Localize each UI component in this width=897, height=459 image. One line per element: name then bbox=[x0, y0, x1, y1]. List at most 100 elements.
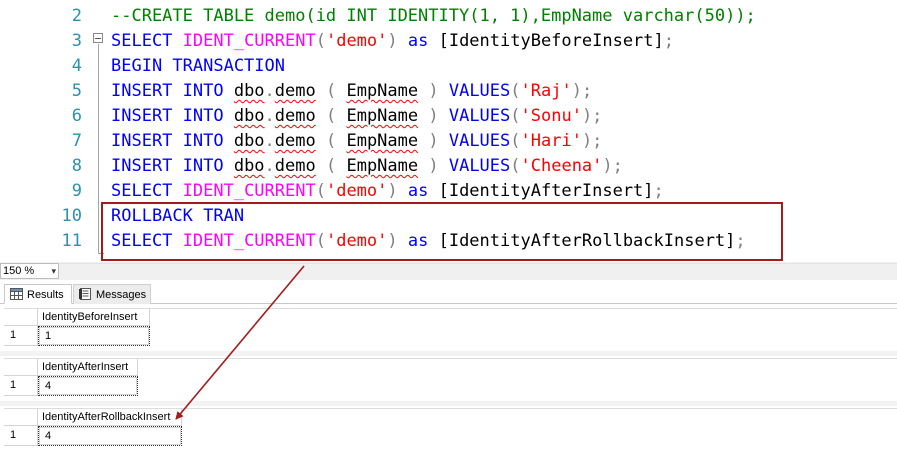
results-pane: Results Messages IdentityBeforeInsert 1 … bbox=[0, 280, 897, 459]
code-token: . bbox=[264, 131, 275, 151]
grid-separator bbox=[0, 401, 897, 406]
code-line[interactable]: BEGIN TRANSACTION bbox=[111, 54, 285, 79]
code-token: as bbox=[407, 181, 439, 201]
code-token: demo bbox=[274, 81, 316, 101]
code-token: EmpName bbox=[346, 131, 419, 151]
code-token: ( bbox=[510, 106, 521, 126]
code-token: IDENT_CURRENT bbox=[182, 31, 316, 51]
result-cell[interactable]: 4 bbox=[38, 426, 182, 446]
code-token: . bbox=[264, 156, 275, 176]
code-token: ( bbox=[315, 156, 347, 176]
result-grid[interactable]: IdentityBeforeInsert 1 1 bbox=[4, 308, 897, 351]
grid-separator bbox=[0, 351, 897, 356]
code-token: ( bbox=[510, 131, 521, 151]
grid-corner[interactable] bbox=[4, 409, 38, 426]
code-token: ( bbox=[510, 156, 521, 176]
result-grid[interactable]: IdentityAfterInsert 1 4 bbox=[4, 358, 897, 401]
code-token: INSERT INTO bbox=[111, 81, 234, 101]
code-token: EmpName bbox=[346, 81, 419, 101]
code-line[interactable]: --CREATE TABLE demo(id INT IDENTITY(1, 1… bbox=[111, 4, 756, 29]
code-token: 'Raj' bbox=[520, 81, 572, 101]
code-token: INSERT INTO bbox=[111, 156, 234, 176]
column-header[interactable]: IdentityAfterRollbackInsert bbox=[38, 409, 182, 426]
line-number: 10 bbox=[61, 206, 82, 226]
collapse-toggle-icon[interactable] bbox=[93, 33, 103, 43]
code-token: 'Hari' bbox=[520, 131, 582, 151]
column-header[interactable]: IdentityBeforeInsert bbox=[38, 309, 150, 326]
code-line[interactable]: SELECT IDENT_CURRENT('demo') as [Identit… bbox=[111, 29, 674, 54]
code-token: . bbox=[264, 106, 275, 126]
code-token: as bbox=[407, 31, 439, 51]
line-number: 9 bbox=[71, 181, 82, 201]
code-token: ) bbox=[418, 81, 449, 101]
code-token: demo bbox=[274, 131, 316, 151]
code-token: VALUES bbox=[448, 131, 511, 151]
grid-icon bbox=[10, 288, 23, 300]
code-line[interactable]: SELECT IDENT_CURRENT('demo') as [Identit… bbox=[111, 179, 664, 204]
code-line[interactable]: INSERT INTO dbo.demo ( EmpName ) VALUES(… bbox=[111, 129, 602, 154]
tab-results-label: Results bbox=[27, 289, 64, 301]
code-editor[interactable]: 2 3 4 5 6 7 8 9 10 11 --CREATE TABLE demo(id INT … bbox=[0, 0, 897, 262]
grid-corner[interactable] bbox=[4, 359, 38, 376]
code-token: ) bbox=[387, 31, 408, 51]
row-number[interactable]: 1 bbox=[4, 376, 38, 396]
code-token: 'demo' bbox=[325, 31, 388, 51]
code-token: EmpName bbox=[346, 156, 419, 176]
code-token: [IdentityBeforeInsert] bbox=[438, 31, 664, 51]
code-token: --CREATE TABLE demo(id INT IDENTITY(1, 1… bbox=[111, 6, 756, 26]
code-line[interactable]: INSERT INTO dbo.demo ( EmpName ) VALUES(… bbox=[111, 79, 592, 104]
column-header[interactable]: IdentityAfterInsert bbox=[38, 359, 138, 376]
line-number: 5 bbox=[71, 81, 82, 101]
code-token: ); bbox=[581, 131, 603, 151]
result-grid[interactable]: IdentityAfterRollbackInsert 1 4 bbox=[4, 408, 897, 451]
code-token: 'Sonu' bbox=[520, 106, 582, 126]
code-token: ) bbox=[418, 131, 449, 151]
code-token: dbo bbox=[233, 106, 265, 126]
code-token: [IdentityAfterInsert] bbox=[438, 181, 654, 201]
result-cell[interactable]: 4 bbox=[38, 376, 138, 396]
code-token: INSERT INTO bbox=[111, 106, 234, 126]
code-token: ) bbox=[418, 156, 449, 176]
code-token: ( bbox=[510, 81, 521, 101]
code-token: 'demo' bbox=[325, 181, 388, 201]
code-token: ) bbox=[387, 181, 408, 201]
code-token: VALUES bbox=[448, 81, 511, 101]
result-cell[interactable]: 1 bbox=[38, 326, 150, 346]
zoom-select[interactable]: 150 % ▾ bbox=[0, 263, 59, 279]
code-token: dbo bbox=[233, 131, 265, 151]
tab-results[interactable]: Results bbox=[4, 284, 72, 304]
code-token: ( bbox=[315, 31, 326, 51]
code-token: SELECT bbox=[111, 181, 183, 201]
grid-corner[interactable] bbox=[4, 309, 38, 326]
code-token: SELECT bbox=[111, 31, 183, 51]
row-number[interactable]: 1 bbox=[4, 426, 38, 446]
code-token: ) bbox=[418, 106, 449, 126]
horizontal-scrollbar[interactable] bbox=[60, 263, 897, 279]
code-token: ( bbox=[315, 131, 347, 151]
tab-messages[interactable]: Messages bbox=[73, 284, 151, 304]
code-token: ); bbox=[602, 156, 623, 176]
line-number: 11 bbox=[61, 231, 82, 251]
code-token: IDENT_CURRENT bbox=[182, 181, 316, 201]
code-token: ; bbox=[663, 31, 675, 51]
line-number: 8 bbox=[71, 156, 82, 176]
results-tab-strip: Results Messages bbox=[0, 280, 897, 304]
code-token: ( bbox=[315, 106, 347, 126]
line-number: 7 bbox=[71, 131, 82, 151]
row-number[interactable]: 1 bbox=[4, 326, 38, 346]
line-number: 4 bbox=[71, 56, 82, 76]
chevron-down-icon[interactable]: ▾ bbox=[51, 264, 56, 278]
code-token: dbo bbox=[233, 156, 265, 176]
line-number: 6 bbox=[71, 106, 82, 126]
code-token: . bbox=[264, 81, 275, 101]
line-number: 3 bbox=[71, 31, 82, 51]
code-line[interactable]: INSERT INTO dbo.demo ( EmpName ) VALUES(… bbox=[111, 104, 602, 129]
code-token: ; bbox=[653, 181, 664, 201]
code-token: demo bbox=[274, 156, 316, 176]
code-line[interactable]: INSERT INTO dbo.demo ( EmpName ) VALUES(… bbox=[111, 154, 623, 179]
highlight-annotation-box bbox=[101, 202, 783, 261]
code-token: 'Cheena' bbox=[520, 156, 603, 176]
code-token: demo bbox=[274, 106, 316, 126]
code-token: ( bbox=[315, 181, 326, 201]
code-token: EmpName bbox=[346, 106, 419, 126]
